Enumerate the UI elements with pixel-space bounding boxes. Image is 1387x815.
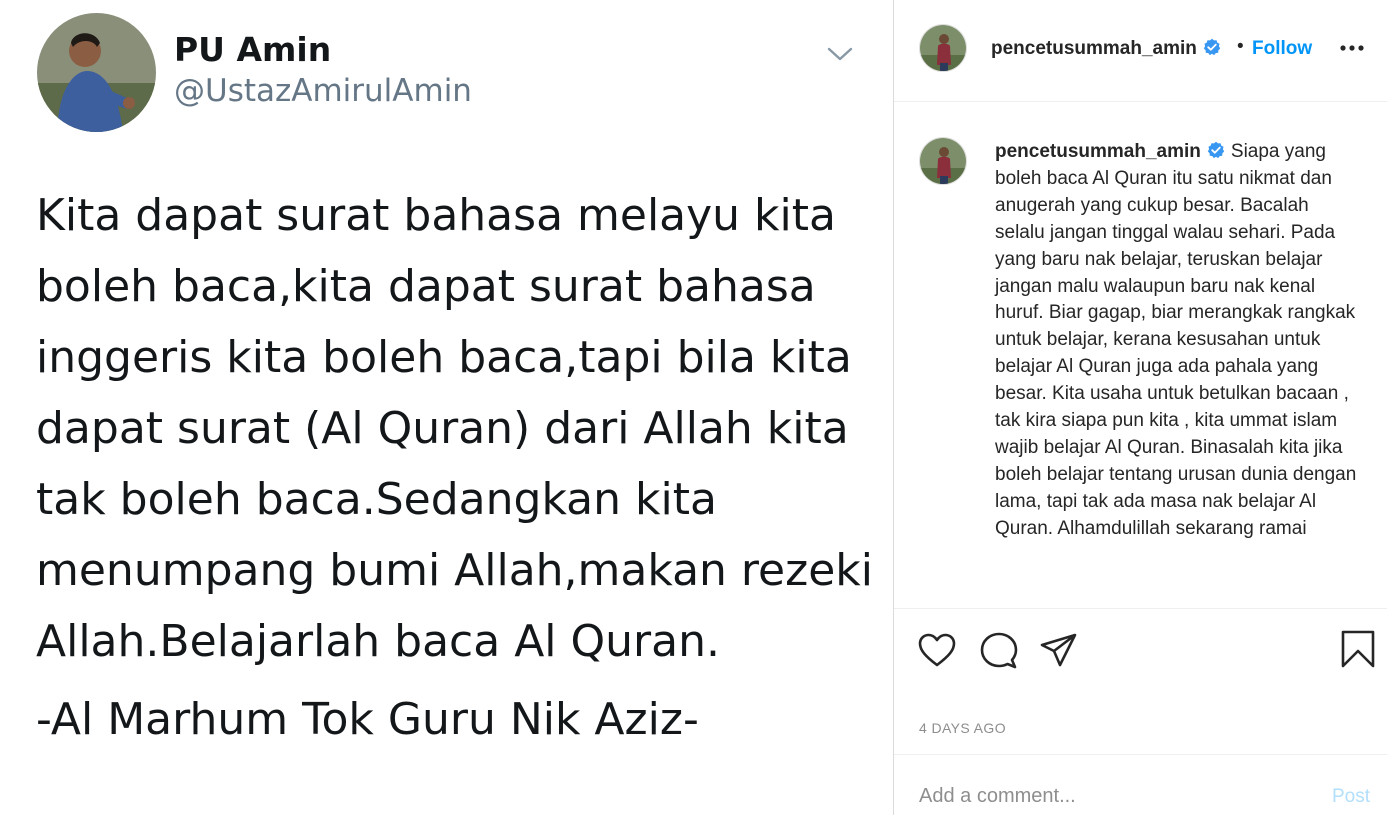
caption-text: pencetusummah_amin Siapa yang boleh baca…: [995, 139, 1357, 543]
caption-avatar[interactable]: [919, 137, 967, 185]
tweet-line: inggeris kita boleh baca,tapi bila kita: [36, 332, 852, 383]
tweet-handle[interactable]: @UstazAmirulAmin: [174, 73, 472, 109]
action-bar: 4 DAYS AGO: [894, 608, 1387, 754]
more-options-icon[interactable]: [1338, 37, 1366, 59]
tweet-line: Allah.Belajarlah baca Al Quran.: [36, 616, 720, 667]
caption-area[interactable]: pencetusummah_amin Siapa yang boleh baca…: [894, 103, 1387, 608]
post-timestamp[interactable]: 4 DAYS AGO: [919, 720, 1006, 736]
bookmark-icon[interactable]: [1338, 629, 1378, 669]
verified-badge-icon: [1207, 141, 1225, 159]
tweet-card: PU Amin @UstazAmirulAmin Kita dapat sura…: [0, 0, 893, 815]
post-comment-button[interactable]: Post: [1332, 786, 1370, 808]
follow-button[interactable]: Follow: [1252, 38, 1312, 60]
tweet-line: boleh baca,kita dapat surat bahasa: [36, 261, 816, 312]
heart-icon[interactable]: [917, 631, 957, 671]
caption-body: Siapa yang boleh baca Al Quran itu satu …: [995, 141, 1357, 539]
share-icon[interactable]: [1039, 631, 1079, 671]
tweet-text: Kita dapat surat bahasa melayu kita bole…: [36, 180, 873, 677]
tweet-signature: -Al Marhum Tok Guru Nik Aziz-: [36, 694, 699, 745]
post-header: pencetusummah_amin • Follow: [894, 0, 1387, 102]
caption-username[interactable]: pencetusummah_amin: [995, 141, 1201, 162]
tweet-line: dapat surat (Al Quran) dari Allah kita: [36, 403, 849, 454]
header-username[interactable]: pencetusummah_amin: [991, 38, 1221, 60]
comment-input[interactable]: [919, 785, 1279, 808]
comment-icon[interactable]: [979, 631, 1019, 671]
tweet-line: Kita dapat surat bahasa melayu kita: [36, 190, 836, 241]
header-username-text[interactable]: pencetusummah_amin: [991, 38, 1197, 59]
tweet-line: menumpang bumi Allah,makan rezeki: [36, 545, 873, 596]
tweet-line: tak boleh baca.Sedangkan kita: [36, 474, 717, 525]
tweet-display-name[interactable]: PU Amin: [174, 30, 331, 69]
verified-badge-icon: [1203, 38, 1221, 56]
comment-box: Post: [894, 754, 1387, 815]
chevron-down-icon[interactable]: [826, 44, 854, 64]
header-avatar[interactable]: [919, 24, 967, 72]
header-separator: •: [1237, 36, 1244, 57]
tweet-avatar: [37, 13, 156, 132]
instagram-post-panel: pencetusummah_amin • Follow pencetusumma…: [893, 0, 1387, 815]
